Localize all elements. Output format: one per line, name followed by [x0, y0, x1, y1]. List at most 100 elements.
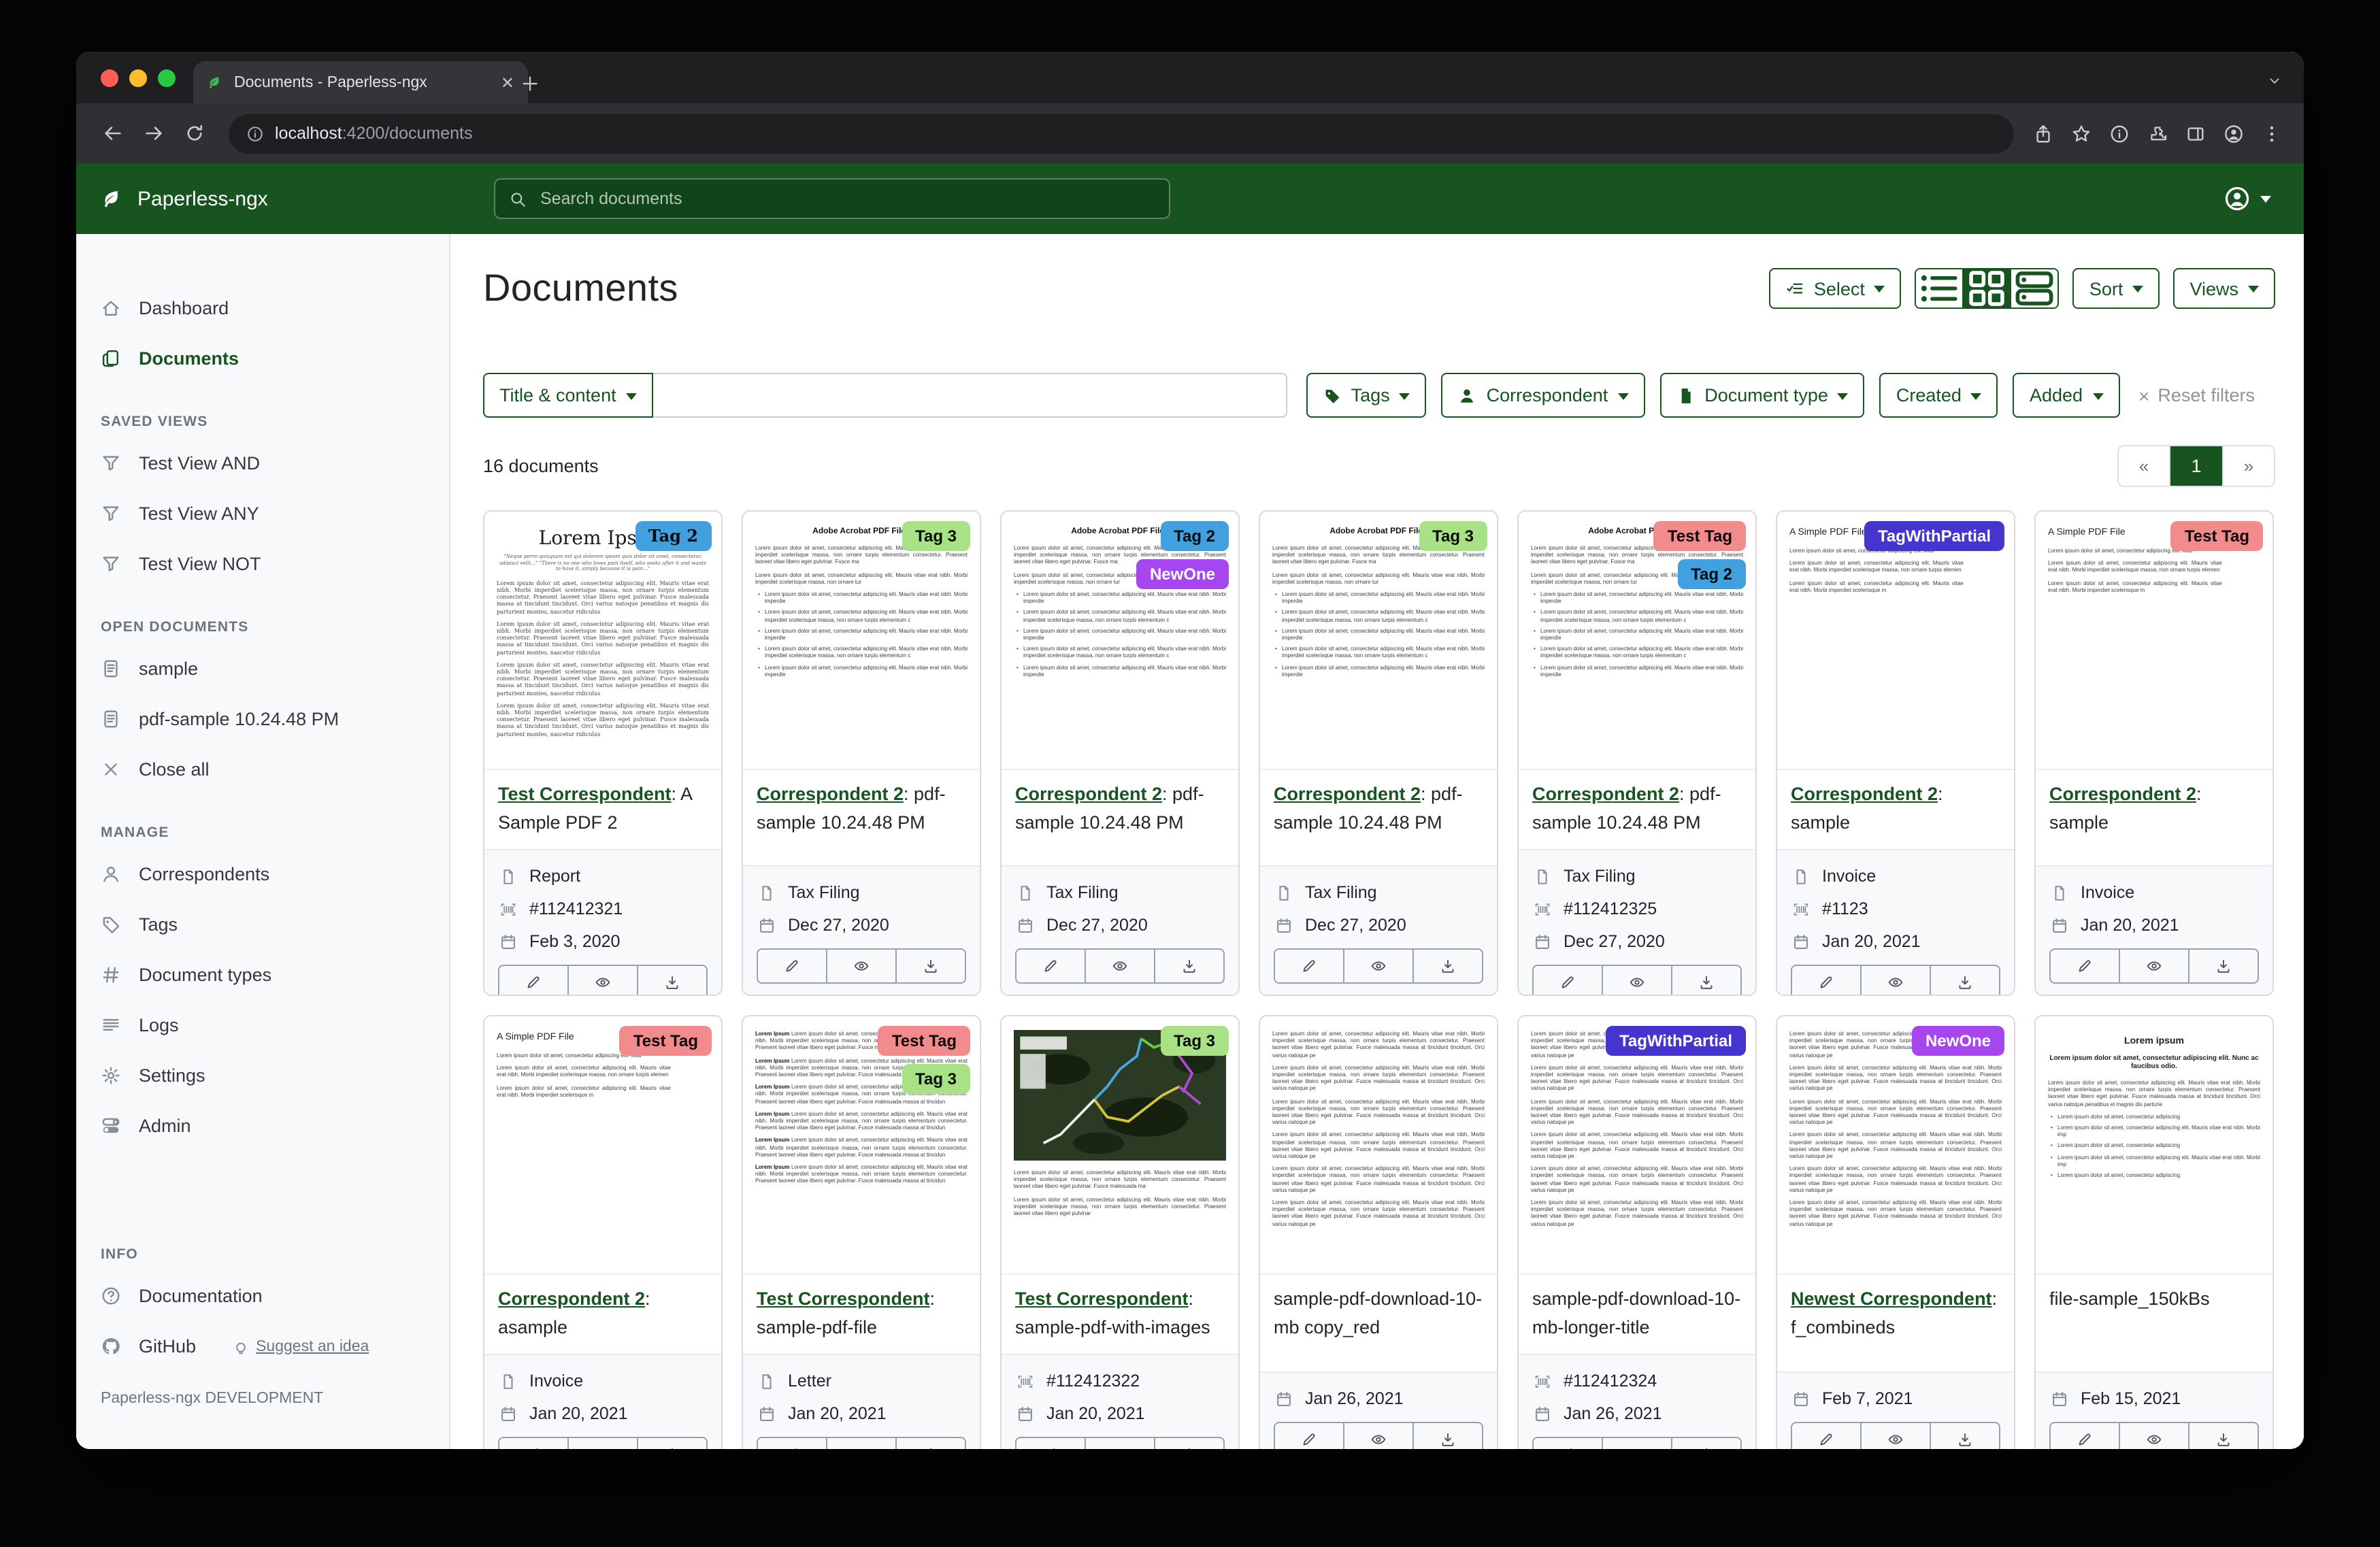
edit-document-button[interactable]: [758, 1438, 826, 1449]
download-document-button[interactable]: [2188, 1423, 2258, 1449]
document-thumbnail[interactable]: A Simple PDF FileLorem ipsum dolor sit a…: [1777, 512, 2014, 770]
edit-document-button[interactable]: [1275, 950, 1343, 982]
select-button[interactable]: Select: [1769, 268, 1902, 309]
site-info-icon[interactable]: [246, 124, 264, 142]
preview-document-button[interactable]: [567, 966, 637, 996]
tag-badge[interactable]: Test Tag: [2171, 521, 2263, 551]
download-document-button[interactable]: [895, 1438, 965, 1449]
document-thumbnail[interactable]: Lorem ipsum dolor sit amet, consectetur …: [1002, 1016, 1238, 1275]
download-document-button[interactable]: [1671, 966, 1740, 996]
document-card[interactable]: A Simple PDF FileLorem ipsum dolor sit a…: [2034, 510, 2274, 996]
edit-document-button[interactable]: [1534, 1438, 1602, 1449]
tag-badge[interactable]: Tag 2: [1160, 521, 1229, 551]
download-document-button[interactable]: [1930, 966, 1999, 996]
preview-document-button[interactable]: [567, 1438, 637, 1449]
sidebar-item-settings[interactable]: Settings: [76, 1050, 449, 1101]
grid-view-button[interactable]: [1963, 269, 2011, 307]
correspondent-link[interactable]: Correspondent 2: [1791, 784, 1938, 804]
document-card[interactable]: Lorem Ipsum Lorem ipsum dolor sit amet, …: [742, 1015, 981, 1449]
suggest-an-idea-link[interactable]: Suggest an idea: [233, 1338, 369, 1354]
tag-badge[interactable]: Tag 3: [1160, 1026, 1229, 1056]
download-document-button[interactable]: [1930, 1423, 1999, 1449]
edit-document-button[interactable]: [2051, 1423, 2119, 1449]
correspondent-link[interactable]: Correspondent 2: [1532, 784, 1679, 804]
sidebar-item-test-view-any[interactable]: Test View ANY: [76, 488, 449, 539]
document-thumbnail[interactable]: Adobe Acrobat PDF FilesLorem ipsum dolor…: [1519, 512, 1755, 770]
preview-document-button[interactable]: [1860, 966, 1930, 996]
tag-badge[interactable]: NewOne: [1912, 1026, 2004, 1056]
sidebar-item-tags[interactable]: Tags: [76, 899, 449, 950]
document-thumbnail[interactable]: Lorem ipsumLorem ipsum dolor sit amet, c…: [2036, 1016, 2272, 1275]
preview-document-button[interactable]: [826, 1438, 895, 1449]
document-card[interactable]: Lorem ipsum dolor sit amet, consectetur …: [1517, 1015, 1757, 1449]
close-window-button[interactable]: [101, 69, 118, 87]
tag-badge[interactable]: Tag 3: [1419, 521, 1487, 551]
download-document-button[interactable]: [1154, 1438, 1223, 1449]
edit-document-button[interactable]: [1534, 966, 1602, 996]
download-document-button[interactable]: [2188, 950, 2258, 982]
correspondent-link[interactable]: Test Correspondent: [1015, 1288, 1189, 1309]
extensions-puzzle-icon[interactable]: [2147, 123, 2168, 144]
minimize-window-button[interactable]: [129, 69, 147, 87]
reload-button[interactable]: [174, 122, 215, 144]
tag-badge[interactable]: Test Tag: [878, 1026, 970, 1056]
sidebar-item-close-all[interactable]: Close all: [76, 744, 449, 795]
extension-info-icon[interactable]: [2109, 123, 2130, 144]
download-document-button[interactable]: [637, 1438, 706, 1449]
sidebar-item-admin[interactable]: Admin: [76, 1101, 449, 1151]
edit-document-button[interactable]: [499, 966, 567, 996]
document-card[interactable]: Lorem ipsumLorem ipsum dolor sit amet, c…: [2034, 1015, 2274, 1449]
sidebar-item-dashboard[interactable]: Dashboard: [76, 283, 449, 333]
back-button[interactable]: [93, 122, 133, 144]
download-document-button[interactable]: [1412, 1423, 1482, 1449]
correspondent-link[interactable]: Correspondent 2: [1274, 784, 1421, 804]
filter-document-type-button[interactable]: Document type: [1659, 373, 1865, 418]
edit-document-button[interactable]: [499, 1438, 567, 1449]
document-card[interactable]: Adobe Acrobat PDF FilesLorem ipsum dolor…: [1259, 510, 1498, 996]
preview-document-button[interactable]: [2119, 1423, 2188, 1449]
document-card[interactable]: A Simple PDF FileLorem ipsum dolor sit a…: [483, 1015, 723, 1449]
document-card[interactable]: Lorem ipsum dolor sit amet, consectetur …: [1259, 1015, 1498, 1449]
current-page-button[interactable]: 1: [2169, 446, 2222, 486]
correspondent-link[interactable]: Correspondent 2: [2049, 784, 2196, 804]
correspondent-link[interactable]: Test Correspondent: [757, 1288, 930, 1309]
tag-badge[interactable]: NewOne: [1136, 559, 1229, 589]
correspondent-link[interactable]: Correspondent 2: [498, 1288, 645, 1309]
tag-badge[interactable]: Tag 2: [635, 521, 712, 551]
document-thumbnail[interactable]: Adobe Acrobat PDF FilesLorem ipsum dolor…: [1260, 512, 1497, 770]
reset-filters-button[interactable]: ×Reset filters: [2138, 385, 2255, 405]
new-tab-button[interactable]: [520, 73, 540, 94]
document-card[interactable]: A Simple PDF FileLorem ipsum dolor sit a…: [1776, 510, 2015, 996]
document-card[interactable]: Adobe Acrobat PDF FilesLorem ipsum dolor…: [1517, 510, 1757, 996]
correspondent-link[interactable]: Correspondent 2: [757, 784, 904, 804]
edit-document-button[interactable]: [1792, 966, 1860, 996]
document-card[interactable]: Lorem Ipsum"Neque porro quisquam est qui…: [483, 510, 723, 996]
edit-document-button[interactable]: [758, 950, 826, 982]
document-thumbnail[interactable]: Lorem Ipsum"Neque porro quisquam est qui…: [484, 512, 721, 770]
preview-document-button[interactable]: [1602, 1438, 1671, 1449]
previous-page-button[interactable]: «: [2119, 446, 2169, 486]
user-menu[interactable]: [2224, 185, 2271, 212]
download-document-button[interactable]: [637, 966, 706, 996]
search-input[interactable]: [538, 188, 1155, 210]
correspondent-link[interactable]: Newest Correspondent: [1791, 1288, 1992, 1309]
tag-badge[interactable]: Test Tag: [1654, 521, 1746, 551]
tab-close-icon[interactable]: ✕: [501, 73, 514, 92]
detail-view-button[interactable]: [2011, 269, 2058, 307]
sort-button[interactable]: Sort: [2073, 268, 2160, 309]
filter-tags-button[interactable]: Tags: [1306, 373, 1427, 418]
sidebar-item-github[interactable]: GitHubSuggest an idea: [76, 1321, 449, 1371]
document-thumbnail[interactable]: A Simple PDF FileLorem ipsum dolor sit a…: [2036, 512, 2272, 770]
edit-document-button[interactable]: [1017, 950, 1085, 982]
download-document-button[interactable]: [1671, 1438, 1740, 1449]
preview-document-button[interactable]: [1860, 1423, 1930, 1449]
brand[interactable]: Paperless-ngx: [76, 187, 450, 210]
global-search[interactable]: [494, 178, 1170, 219]
tag-badge[interactable]: TagWithPartial: [1864, 521, 2004, 551]
title-content-field-button[interactable]: Title & content: [483, 373, 653, 418]
sidebar-item-test-view-not[interactable]: Test View NOT: [76, 539, 449, 589]
sidebar-item-test-view-and[interactable]: Test View AND: [76, 438, 449, 488]
sidebar-item-logs[interactable]: Logs: [76, 1000, 449, 1050]
sidebar-item-sample[interactable]: sample: [76, 644, 449, 694]
address-bar[interactable]: localhost:4200/documents: [229, 114, 2014, 153]
